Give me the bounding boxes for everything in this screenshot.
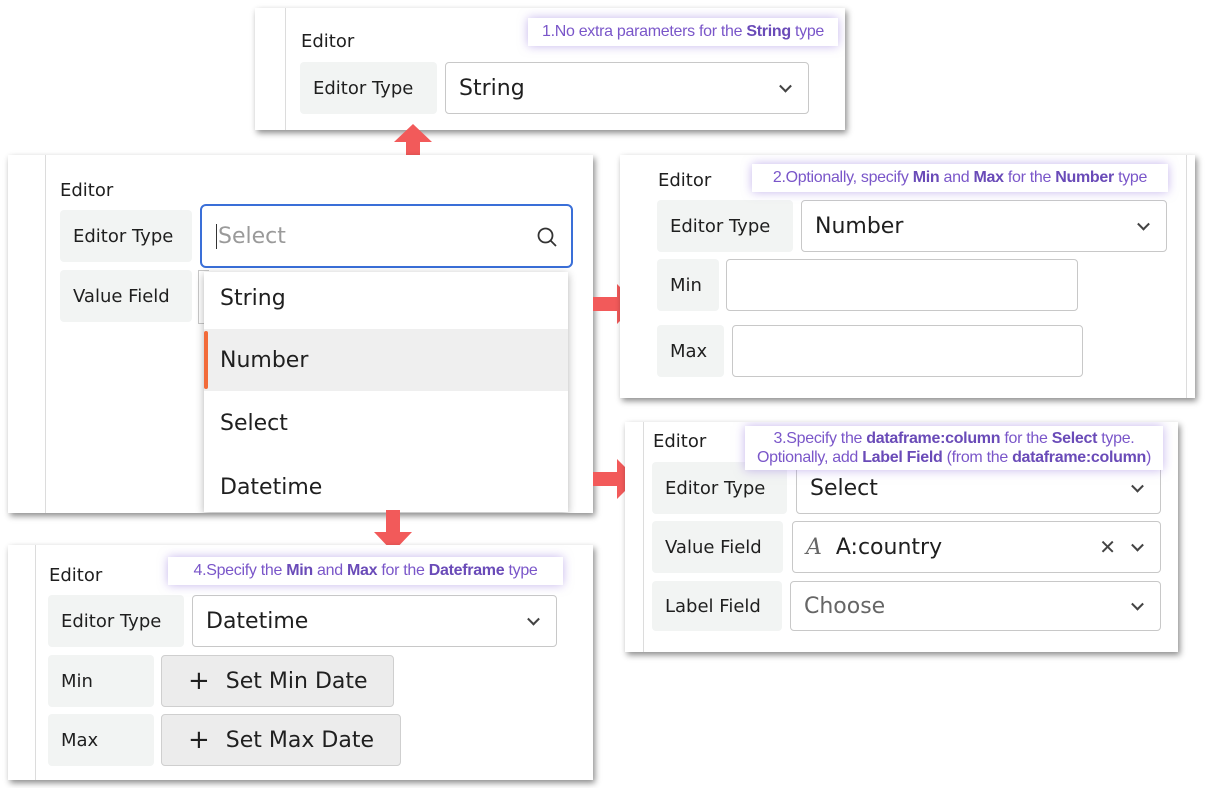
- min-input[interactable]: [726, 259, 1078, 311]
- editor-type-label: Editor Type: [48, 595, 184, 647]
- chevron-down-icon: [1131, 538, 1144, 552]
- callout: 1.No extra parameters for the String typ…: [528, 18, 838, 46]
- divider: [35, 545, 36, 780]
- chevron-down-icon: [1131, 479, 1144, 493]
- search-placeholder: Select: [216, 223, 286, 249]
- label-field-label: Label Field: [652, 581, 782, 631]
- search-icon: [537, 227, 557, 247]
- plus-icon: +: [188, 666, 210, 696]
- section-title: Editor: [49, 565, 103, 586]
- divider: [1186, 155, 1187, 398]
- max-input[interactable]: [732, 325, 1083, 377]
- set-min-date-button[interactable]: + Set Min Date: [161, 655, 394, 707]
- editor-type-search-input[interactable]: Select: [200, 204, 573, 268]
- editor-type-label: Editor Type: [300, 62, 437, 114]
- datetime-editor-panel: Editor Editor Type Datetime Min + Set Min…: [8, 545, 593, 780]
- clear-icon[interactable]: ✕: [1099, 535, 1116, 559]
- divider: [643, 422, 644, 652]
- divider: [285, 8, 286, 130]
- editor-type-dropdown-panel: Editor Editor Type Select Value Field St…: [8, 155, 593, 513]
- editor-type-label: Editor Type: [60, 210, 192, 262]
- callout: 4.Specify the Min and Max for the Datefr…: [168, 557, 563, 585]
- section-title: Editor: [653, 431, 707, 452]
- section-title: Editor: [301, 31, 355, 52]
- chevron-down-icon: [1131, 597, 1144, 611]
- chevron-down-icon: [779, 79, 792, 93]
- editor-type-select[interactable]: Datetime: [192, 595, 557, 647]
- string-editor-panel: Editor Editor Type String 1.No extra par…: [255, 8, 845, 130]
- callout: 2.Optionally, specify Min and Max for th…: [752, 164, 1168, 192]
- divider: [45, 155, 46, 513]
- plus-icon: +: [188, 725, 210, 755]
- editor-type-select[interactable]: String: [445, 62, 809, 114]
- section-title: Editor: [60, 180, 114, 201]
- section-title: Editor: [658, 170, 712, 191]
- label-field-select[interactable]: Choose: [790, 581, 1161, 631]
- select-editor-panel: Editor Editor Type Select Value Field AA…: [625, 422, 1178, 652]
- callout: 3.Specify the dataframe:column for the S…: [745, 426, 1163, 470]
- editor-type-label: Editor Type: [657, 200, 793, 252]
- option-select[interactable]: Select: [204, 392, 568, 454]
- value-field-select[interactable]: A A:country ✕: [792, 521, 1161, 573]
- selected-value: String: [459, 75, 525, 101]
- min-label: Min: [48, 655, 154, 707]
- value-field-label: Value Field: [60, 270, 192, 322]
- editor-type-options-list: String Number Select Datetime: [204, 272, 568, 512]
- set-max-date-button[interactable]: + Set Max Date: [161, 714, 401, 766]
- value-field-label: Value Field: [652, 521, 783, 573]
- chevron-down-icon: [1137, 217, 1150, 231]
- option-number[interactable]: Number: [204, 329, 568, 391]
- max-label: Max: [48, 714, 154, 766]
- option-datetime[interactable]: Datetime: [204, 456, 568, 513]
- chevron-down-icon: [527, 612, 540, 626]
- editor-type-select[interactable]: Number: [801, 200, 1167, 252]
- option-string[interactable]: String: [204, 267, 568, 329]
- number-editor-panel: Editor Editor Type Number Min Max 2.Opti…: [620, 155, 1195, 398]
- text-type-icon: A: [806, 534, 822, 560]
- min-label: Min: [657, 259, 719, 311]
- max-label: Max: [657, 325, 724, 377]
